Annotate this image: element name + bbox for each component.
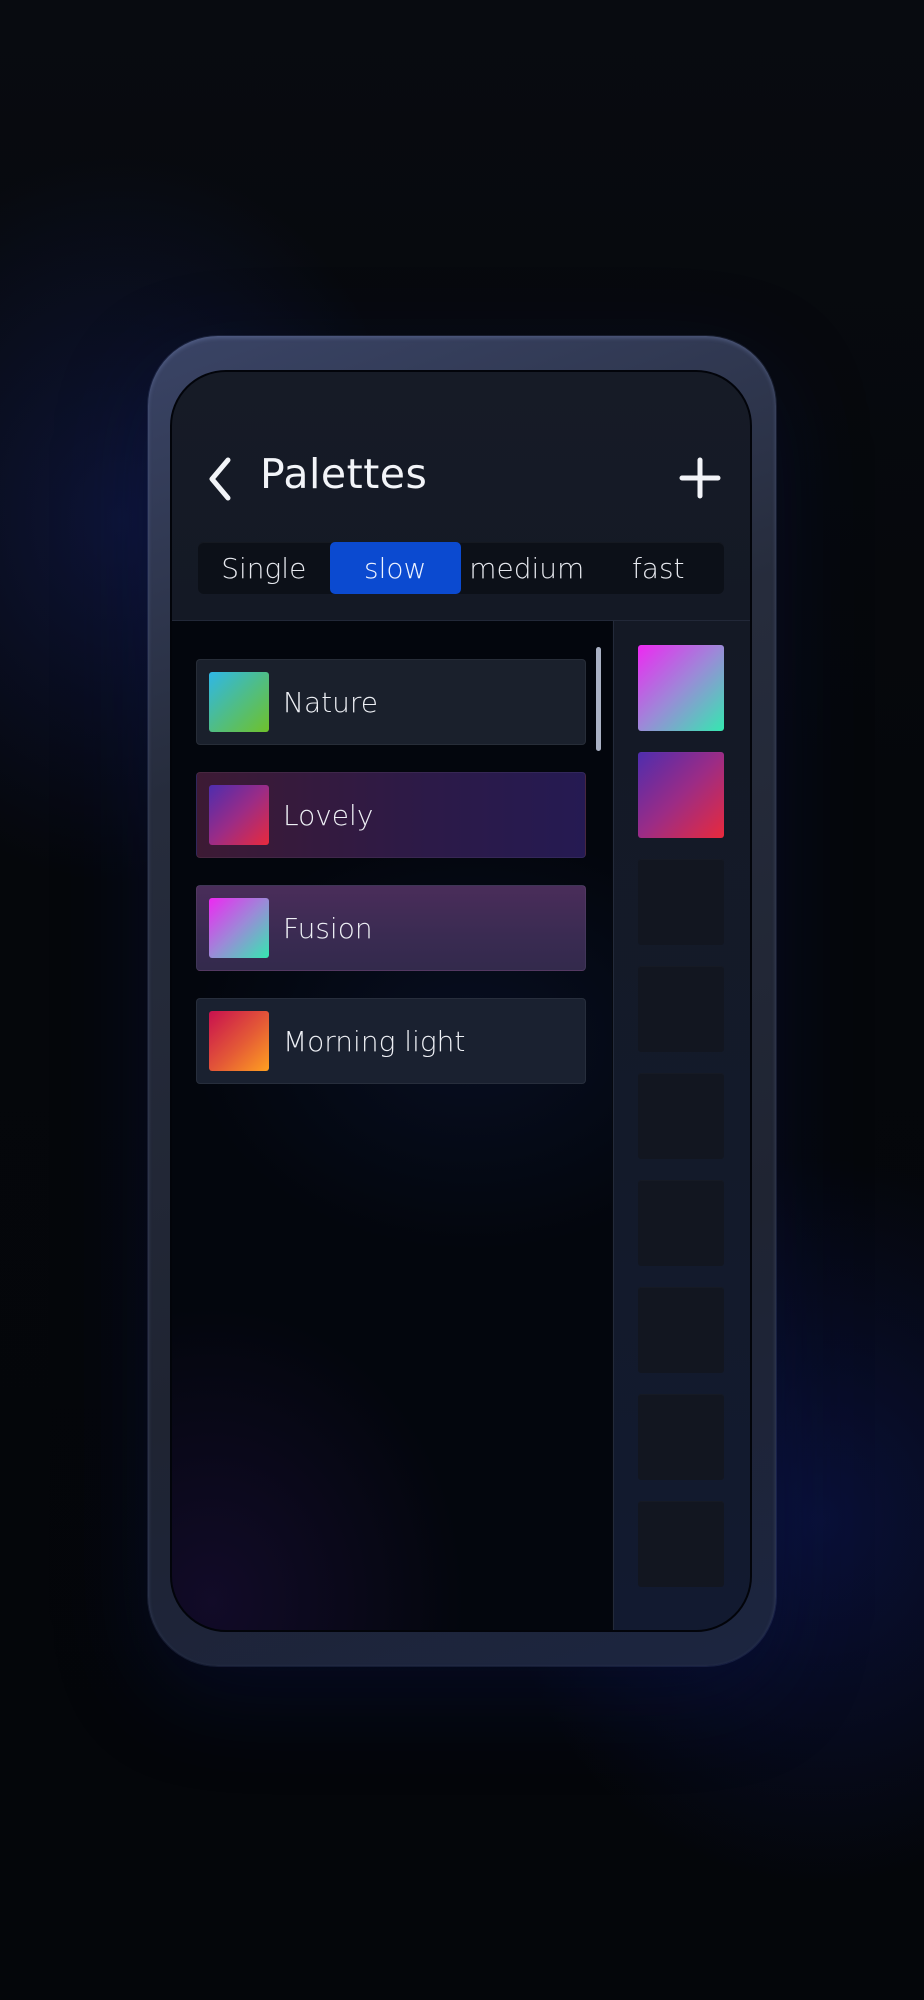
palette-swatch	[209, 672, 269, 732]
tab-fast[interactable]: fast	[593, 542, 725, 594]
slot-empty[interactable]	[638, 859, 724, 945]
slot-empty[interactable]	[638, 966, 724, 1052]
phone-frame: Palettes Single slow medium fast Nature …	[148, 336, 776, 1666]
slot-empty[interactable]	[638, 1501, 724, 1587]
tab-single[interactable]: Single	[198, 542, 330, 594]
palette-label: Nature	[283, 686, 378, 719]
slot-filled-1[interactable]	[638, 645, 724, 731]
tab-slow[interactable]: slow	[329, 542, 461, 594]
slot-empty[interactable]	[638, 1287, 724, 1373]
palette-item-lovely[interactable]: Lovely	[196, 772, 586, 858]
palette-swatch	[209, 1011, 269, 1071]
palette-item-nature[interactable]: Nature	[196, 659, 586, 745]
palette-slots-sidebar	[613, 621, 750, 1630]
chevron-left-icon[interactable]	[202, 454, 238, 504]
scrollbar[interactable]	[596, 647, 601, 751]
palette-label: Fusion	[283, 912, 373, 945]
palette-swatch	[209, 898, 269, 958]
slot-filled-2[interactable]	[638, 752, 724, 838]
slot-empty[interactable]	[638, 1073, 724, 1159]
speed-tabs: Single slow medium fast	[198, 542, 724, 594]
palette-item-morning-light[interactable]: Morning light	[196, 998, 586, 1084]
tab-medium[interactable]: medium	[461, 542, 593, 594]
phone-screen: Palettes Single slow medium fast Nature …	[170, 370, 752, 1632]
slot-empty[interactable]	[638, 1180, 724, 1266]
palette-label: Lovely	[283, 799, 374, 832]
page-title: Palettes	[260, 450, 428, 498]
header: Palettes Single slow medium fast	[172, 372, 750, 621]
slot-empty[interactable]	[638, 1394, 724, 1480]
plus-icon[interactable]	[676, 454, 724, 502]
palette-label: Morning light	[283, 1025, 466, 1058]
palette-list: Nature Lovely Fusion Morning light	[172, 621, 612, 1630]
palette-item-fusion[interactable]: Fusion	[196, 885, 586, 971]
palette-swatch	[209, 785, 269, 845]
